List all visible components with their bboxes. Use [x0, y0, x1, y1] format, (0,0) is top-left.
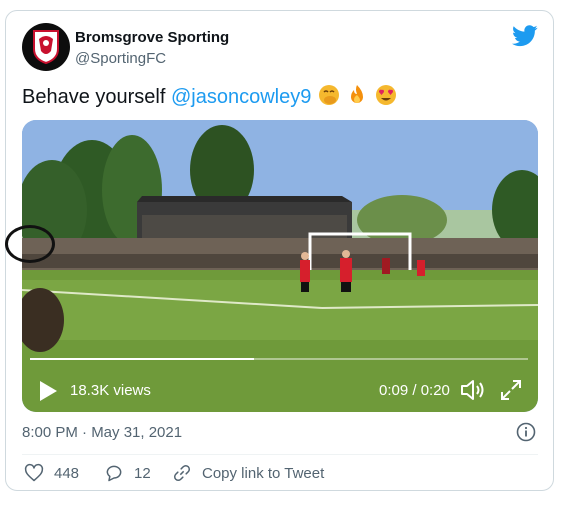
reply-bubble-icon	[106, 465, 122, 482]
twitter-bird-icon[interactable]	[512, 25, 538, 47]
highlight-circle-annotation	[5, 225, 55, 263]
reply-button[interactable]: 12	[104, 462, 151, 484]
face-with-hand-over-mouth-icon	[318, 85, 339, 105]
play-icon[interactable]	[38, 380, 58, 402]
tweet-timestamp[interactable]: 8:00 PM · May 31, 2021	[22, 424, 182, 441]
account-handle[interactable]: @SportingFC	[75, 50, 166, 67]
heart-icon	[24, 463, 44, 482]
video-frame	[22, 120, 538, 412]
video-player[interactable]: 18.3K views 0:09 / 0:20	[22, 120, 538, 412]
fullscreen-icon[interactable]	[500, 379, 522, 401]
copy-link-button[interactable]: Copy link to Tweet	[172, 462, 324, 484]
account-name[interactable]: Bromsgrove Sporting	[75, 29, 229, 46]
info-icon[interactable]	[516, 422, 536, 442]
copy-link-label: Copy link to Tweet	[202, 464, 325, 482]
video-time: 0:09 / 0:20	[379, 382, 450, 399]
fire-icon	[351, 85, 364, 103]
mention-link[interactable]: @jasoncowley9	[171, 86, 311, 108]
video-progress-fill	[30, 358, 255, 360]
avatar[interactable]	[22, 23, 70, 71]
view-count: 18.3K views	[70, 382, 151, 399]
divider	[22, 454, 538, 455]
tweet-card: Bromsgrove Sporting @SportingFC Behave y…	[5, 10, 554, 491]
tweet-text: Behave yourself @jasoncowley9	[22, 84, 397, 109]
video-progress-bar[interactable]	[30, 358, 528, 360]
club-crest-icon	[33, 30, 59, 65]
like-count: 448	[54, 464, 80, 482]
volume-icon[interactable]	[460, 378, 486, 402]
link-icon	[173, 464, 191, 482]
like-button[interactable]: 448	[24, 462, 79, 484]
tweet-body: Behave yourself	[22, 86, 166, 108]
smiling-face-with-heart-eyes-icon	[376, 85, 397, 105]
reply-count: 12	[134, 464, 151, 482]
